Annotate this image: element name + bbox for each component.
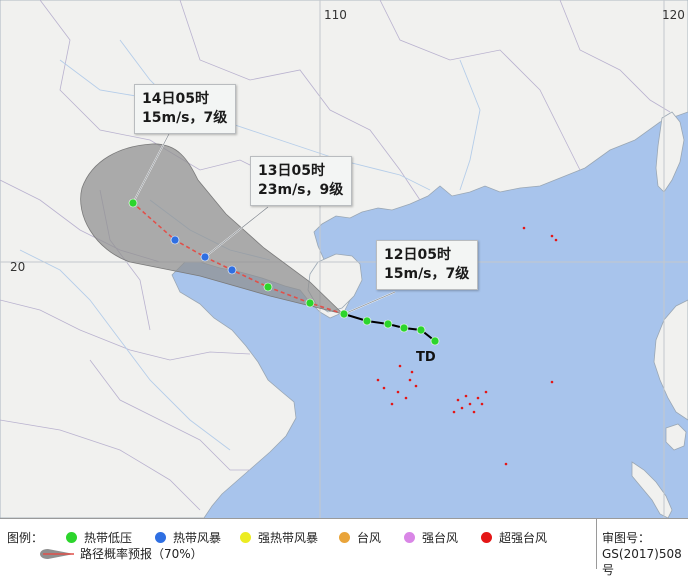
callout-12d05h[interactable]: 12日05时 15m/s，7级 (376, 240, 479, 290)
legend-item-tropical-depression: 热带低压 (66, 529, 132, 546)
red-dot-icon (481, 532, 492, 543)
track-point (430, 336, 440, 346)
track-point (339, 309, 349, 319)
map-legend: 图例： 热带低压 热带风暴 强热带风暴 台风 强台风 超强台风 路径概率预报（7… (0, 518, 688, 577)
purple-dot-icon (404, 532, 415, 543)
callout-intensity: 15m/s，7级 (142, 110, 228, 126)
track-point (170, 235, 180, 245)
probability-cone-icon (40, 548, 74, 559)
green-dot-icon (66, 532, 77, 543)
legend-label: 热带低压 (84, 531, 133, 545)
legend-label: 强台风 (422, 531, 459, 545)
legend-item-tropical-storm: 热带风暴 (155, 529, 221, 546)
track-point (200, 252, 210, 262)
legend-label: 强热带风暴 (258, 531, 319, 545)
callout-time: 13日05时 (258, 163, 325, 179)
legend-item-typhoon: 台风 (339, 529, 381, 546)
callout-intensity: 23m/s，9级 (258, 182, 344, 198)
legend-title: 图例： (7, 531, 44, 545)
track-point (227, 265, 237, 275)
longitude-label-120: 120 (662, 8, 685, 22)
legend-label: 台风 (357, 531, 382, 545)
track-point (383, 319, 393, 329)
longitude-label-110: 110 (324, 8, 347, 22)
callout-14d05h[interactable]: 14日05时 15m/s，7级 (134, 84, 237, 134)
legend-item-severe-typhoon: 强台风 (404, 529, 458, 546)
callout-time: 14日05时 (142, 91, 209, 107)
legend-label: 热带风暴 (173, 531, 222, 545)
approval-number: GS(2017)508号 (602, 547, 682, 577)
orange-dot-icon (339, 532, 350, 543)
map-approval-box: 审图号： GS(2017)508号 (596, 519, 688, 577)
yellow-dot-icon (240, 532, 251, 543)
track-point (416, 325, 426, 335)
callout-13d05h[interactable]: 13日05时 23m/s，9级 (250, 156, 353, 206)
track-point (399, 323, 409, 333)
legend-item-super-typhoon: 超强台风 (481, 529, 547, 546)
approval-label: 审图号： (602, 531, 651, 545)
map-canvas (0, 0, 688, 518)
legend-label: 路径概率预报（70%） (80, 547, 203, 561)
callout-intensity: 15m/s，7级 (384, 266, 470, 282)
track-point (263, 282, 273, 292)
blue-dot-icon (155, 532, 166, 543)
callout-time: 12日05时 (384, 247, 451, 263)
track-point (128, 198, 138, 208)
track-point (362, 316, 372, 326)
storm-label: TD (416, 350, 436, 365)
legend-item-probability-track: 路径概率预报（70%） (40, 545, 203, 562)
typhoon-track-map[interactable]: 110 120 20 TD 12日05时 15m/s，7级 13日05时 23m… (0, 0, 688, 518)
legend-item-severe-tropical-storm: 强热带风暴 (240, 529, 318, 546)
legend-label: 超强台风 (499, 531, 548, 545)
latitude-label-20: 20 (10, 260, 26, 274)
track-point (305, 298, 315, 308)
